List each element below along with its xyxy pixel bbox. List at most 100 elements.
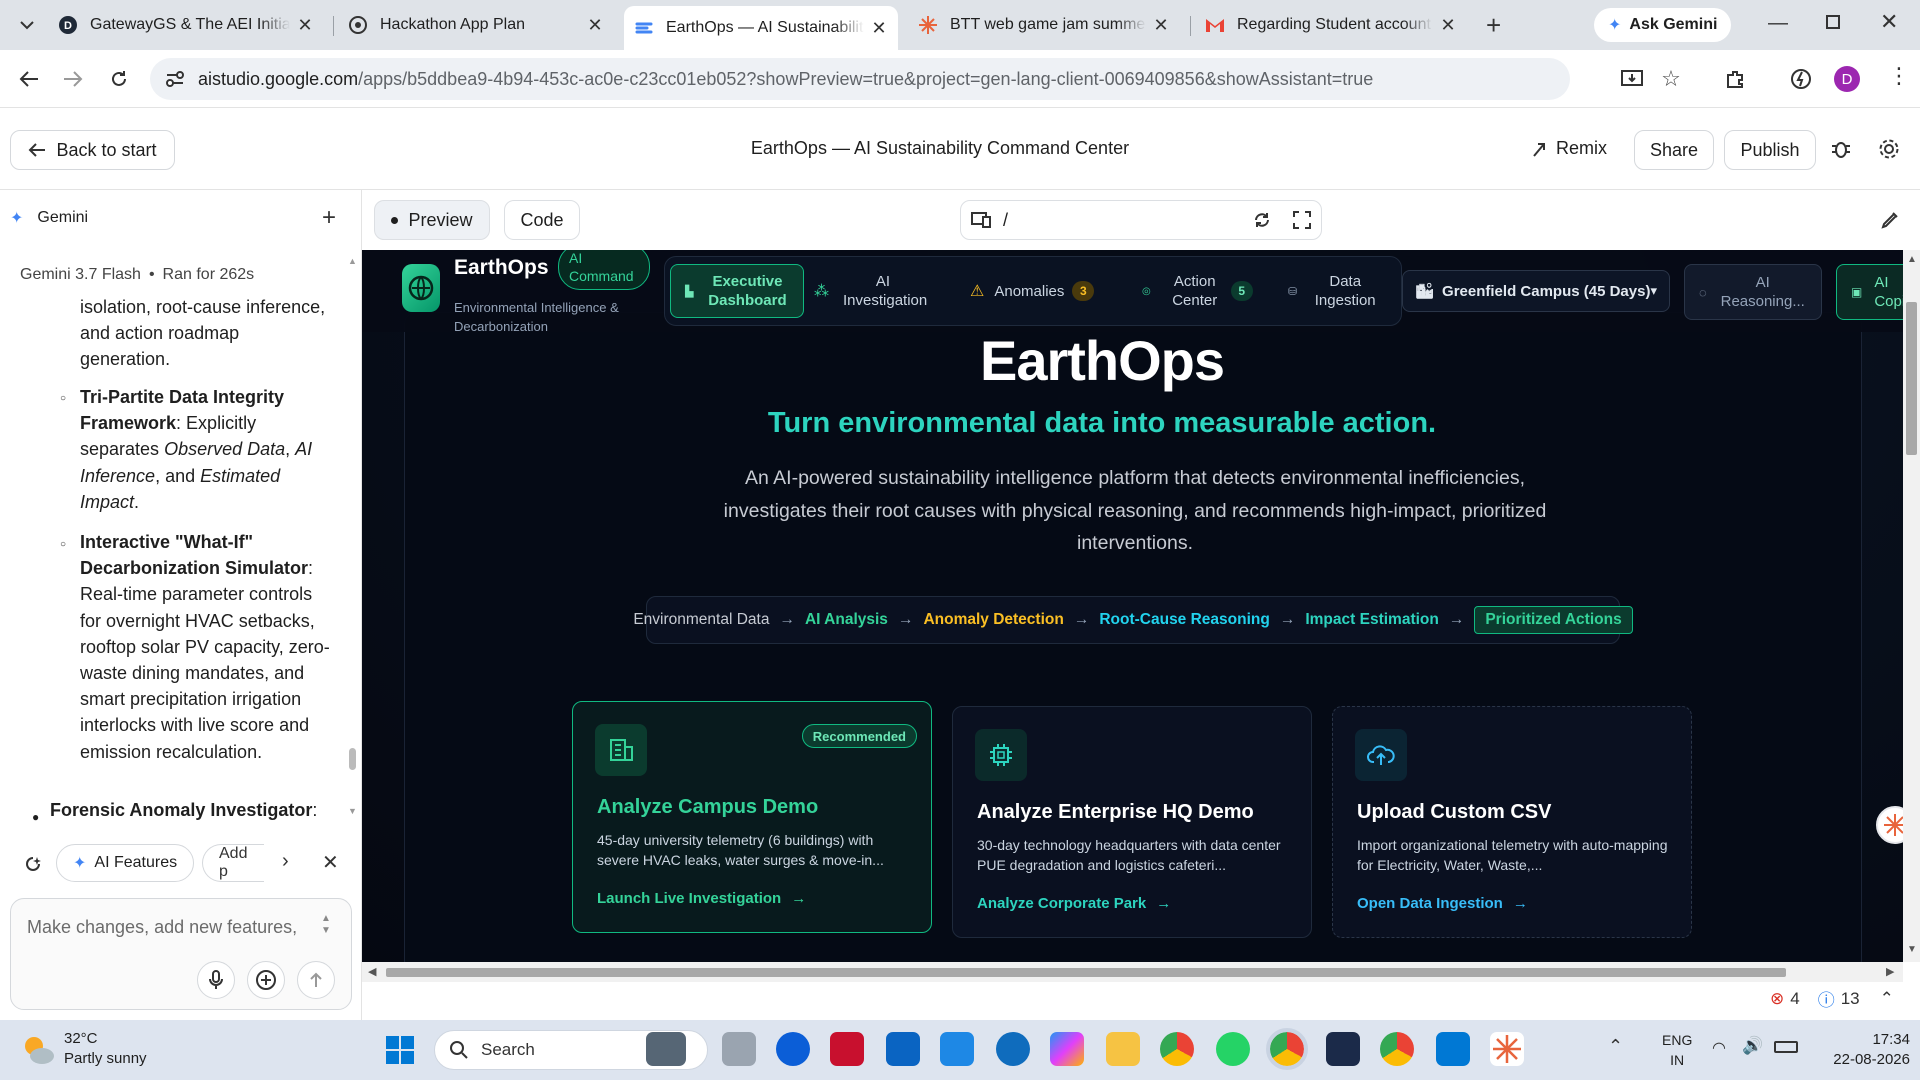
forward-arrow-icon[interactable]	[58, 64, 88, 94]
prompt-input[interactable]: Make changes, add new features, ask for …	[27, 917, 297, 938]
input-resize-icon[interactable]: ▲ ▼	[321, 913, 331, 937]
hp-icon[interactable]	[776, 1032, 810, 1066]
ai-copilot-button[interactable]: ▣ AI Copilot	[1836, 264, 1903, 320]
profile-avatar[interactable]: D	[1834, 66, 1860, 92]
close-window-icon[interactable]: ✕	[1880, 9, 1898, 35]
install-app-icon[interactable]	[1617, 64, 1647, 94]
browser-tab[interactable]: D GatewayGS & The AEI Initiative ✕	[48, 6, 324, 44]
wifi-icon[interactable]: ◠	[1712, 1038, 1726, 1058]
nav-anomalies[interactable]: ⚠ Anomalies 3	[970, 264, 1120, 318]
send-arrow-icon[interactable]	[297, 961, 335, 999]
preview-vertical-scrollbar[interactable]: ▲ ▼	[1903, 250, 1920, 962]
back-to-start-button[interactable]: Back to start	[10, 130, 175, 170]
vscode-icon[interactable]	[1436, 1032, 1470, 1066]
analyze-corporate-park-link[interactable]: Analyze Corporate Park →	[977, 895, 1171, 912]
close-suggestions-icon[interactable]: ✕	[322, 850, 339, 875]
autocad-icon[interactable]	[1326, 1032, 1360, 1066]
card-campus-demo[interactable]: Recommended Analyze Campus Demo 45-day u…	[572, 701, 932, 933]
gemini-sparkle-icon: ✦	[1608, 17, 1622, 34]
close-tab-icon[interactable]: ✕	[1439, 15, 1457, 36]
extensions-icon[interactable]	[1720, 64, 1750, 94]
outlook-icon[interactable]	[940, 1032, 974, 1066]
ai-features-chip[interactable]: ✦ AI Features	[56, 844, 195, 882]
bookmark-star-icon[interactable]: ☆	[1656, 64, 1686, 94]
preview-tab[interactable]: Preview	[374, 200, 490, 240]
copilot-app-icon[interactable]	[1050, 1032, 1084, 1066]
file-explorer-icon[interactable]	[1106, 1032, 1140, 1066]
nav-executive-dashboard[interactable]: ▙ Executive Dashboard	[670, 264, 804, 318]
fullscreen-icon[interactable]	[1293, 211, 1311, 229]
launch-live-investigation-link[interactable]: Launch Live Investigation →	[597, 890, 806, 907]
suggestions-icon[interactable]	[24, 856, 42, 874]
help-icon[interactable]	[996, 1032, 1030, 1066]
remix-button[interactable]: Remix	[1532, 138, 1607, 159]
back-arrow-icon[interactable]	[14, 64, 44, 94]
publish-button[interactable]: Publish	[1724, 130, 1816, 170]
claude-icon[interactable]	[1490, 1032, 1524, 1066]
windows-start-icon[interactable]	[386, 1036, 414, 1064]
close-tab-icon[interactable]: ✕	[870, 18, 888, 39]
cloud-upload-icon	[1355, 729, 1407, 781]
ask-gemini-button[interactable]: ✦ Ask Gemini	[1594, 8, 1732, 42]
close-tab-icon[interactable]: ✕	[1152, 15, 1170, 36]
card-upload-csv[interactable]: Upload Custom CSV Import organizational …	[1332, 706, 1692, 938]
debug-bug-icon[interactable]	[1830, 138, 1852, 160]
chat-scrollbar[interactable]: ▲ ▼	[348, 256, 357, 816]
browser-menu-icon[interactable]: ⋮	[1888, 64, 1910, 88]
battery-icon[interactable]	[1774, 1041, 1798, 1053]
new-chat-icon[interactable]: +	[322, 204, 336, 232]
add-chip[interactable]: Add p	[202, 844, 264, 882]
copilot-widget-icon[interactable]	[646, 1032, 686, 1066]
whatsapp-icon[interactable]	[1216, 1032, 1250, 1066]
nav-action-center[interactable]: ◎ Action Center 5	[1142, 264, 1272, 318]
code-tab[interactable]: Code	[504, 200, 580, 240]
reload-icon[interactable]	[104, 64, 134, 94]
close-tab-icon[interactable]: ✕	[296, 15, 314, 36]
minimize-icon[interactable]: —	[1768, 12, 1788, 35]
nav-data-ingestion[interactable]: ⛁ Data Ingestion	[1288, 264, 1398, 318]
browser-tab[interactable]: Hackathon App Plan ✕	[338, 6, 614, 44]
address-bar[interactable]: aistudio.google.com/apps/b5ddbea9-4b94-4…	[150, 58, 1570, 100]
microphone-icon[interactable]	[197, 961, 235, 999]
console-status[interactable]: ⊗ 4 ⓘ 13 ⌃	[1770, 986, 1894, 1011]
chrome-profile-icon[interactable]	[1160, 1032, 1194, 1066]
chrome-icon[interactable]	[1380, 1032, 1414, 1066]
card-enterprise-demo[interactable]: Analyze Enterprise HQ Demo 30-day techno…	[952, 706, 1312, 938]
refresh-preview-icon[interactable]	[1253, 211, 1271, 229]
browser-tab-active[interactable]: EarthOps — AI Sustainability Command Cen…	[624, 6, 898, 50]
weather-desc[interactable]: Partly sunny	[64, 1050, 147, 1067]
site-info-icon[interactable]	[164, 68, 186, 90]
browser-tab[interactable]: BTT web game jam summer 2026 ✕	[908, 6, 1180, 44]
task-view-icon[interactable]	[722, 1032, 756, 1066]
prompt-box[interactable]: Make changes, add new features, ask for …	[10, 898, 352, 1010]
preview-horizontal-scrollbar[interactable]: ◀ ▶	[362, 962, 1903, 982]
store-icon[interactable]	[886, 1032, 920, 1066]
chevron-right-icon[interactable]: ›	[282, 850, 289, 873]
ai-reasoning-button[interactable]: ◌ AI Reasoning...	[1684, 264, 1822, 320]
preview-url-bar[interactable]: /	[960, 200, 1322, 240]
add-attachment-icon[interactable]	[247, 961, 285, 999]
close-tab-icon[interactable]: ✕	[586, 15, 604, 36]
nav-ai-investigation[interactable]: ⁂ AI Investigation	[814, 264, 944, 318]
volume-icon[interactable]: 🔊	[1742, 1036, 1763, 1056]
tab-search-icon[interactable]	[14, 12, 40, 38]
campus-select[interactable]: 🏙 Greenfield Campus (45 Days) ▾	[1402, 270, 1670, 312]
open-data-ingestion-link[interactable]: Open Data Ingestion →	[1357, 895, 1528, 912]
edit-pen-icon[interactable]	[1880, 210, 1900, 230]
device-icon[interactable]	[971, 212, 991, 228]
settings-gear-icon[interactable]	[1878, 138, 1900, 160]
tray-overflow-icon[interactable]: ⌃	[1608, 1036, 1623, 1057]
new-tab-icon[interactable]: +	[1486, 10, 1501, 41]
weather-temp[interactable]: 32°C	[64, 1030, 98, 1047]
itch-favicon-icon	[918, 15, 938, 35]
restore-icon[interactable]	[1826, 15, 1840, 29]
input-language[interactable]: ENG IN	[1662, 1030, 1692, 1070]
browser-tab[interactable]: Regarding Student account access ✕	[1195, 6, 1467, 44]
mcafee-icon[interactable]	[830, 1032, 864, 1066]
chrome-active-icon[interactable]	[1266, 1028, 1308, 1070]
chat-bullet-integrity: Tri-Partite Data Integrity Framework: Ex…	[80, 387, 313, 512]
share-button[interactable]: Share	[1634, 130, 1714, 170]
performance-icon[interactable]	[1786, 64, 1816, 94]
clock[interactable]: 17:34 22-08-2026	[1818, 1030, 1910, 1070]
chevron-up-icon[interactable]: ⌃	[1880, 989, 1894, 1009]
